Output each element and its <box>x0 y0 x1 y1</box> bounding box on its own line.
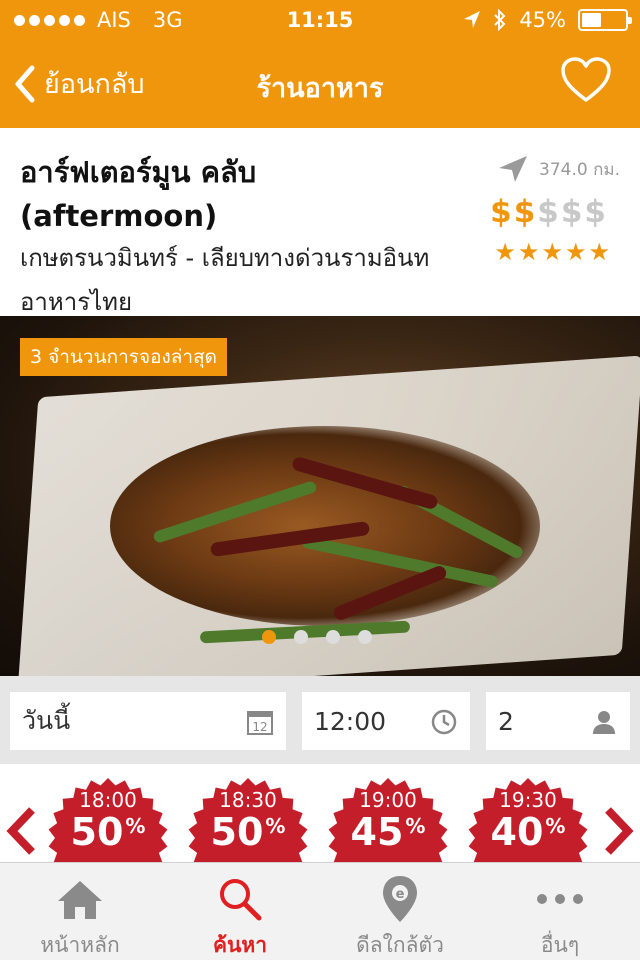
pager-dot[interactable] <box>326 630 340 644</box>
more-icon <box>530 875 590 923</box>
top-bar: AIS 3G 11:15 45% ย้อนกลับ ร้านอาหาร <box>0 0 640 128</box>
star-icon: ★ <box>517 238 540 266</box>
recent-bookings-badge: 3 จำนวนการจองล่าสุด <box>20 338 228 376</box>
chevron-right-icon <box>605 807 634 855</box>
date-value: วันนี้ <box>22 706 71 735</box>
chevron-left-icon <box>6 807 35 855</box>
price-level: $ $ $ $ $ <box>490 194 606 230</box>
distance-value: 374.0 กม. <box>539 159 620 180</box>
date-selector[interactable]: วันนี้ 12 <box>10 692 286 750</box>
tab-search[interactable]: ค้นหา <box>160 863 320 960</box>
price-symbol: $ <box>560 194 583 230</box>
restaurant-area: เกษตรนวมินทร์ - เลียบทางด่วนรามอินท <box>20 244 430 272</box>
navigation-bar: ย้อนกลับ ร้านอาหาร <box>0 40 640 128</box>
tab-home-label: หน้าหลัก <box>40 933 120 957</box>
battery-icon <box>578 9 632 31</box>
tab-bar: หน้าหลัก ค้นหา e ดีลใกล้ตัว อื่นๆ <box>0 862 640 960</box>
deal-discount-unit: % <box>405 814 426 838</box>
deal-discount-value: 45 <box>350 810 404 854</box>
map-pin-icon: e <box>370 875 430 923</box>
pager-dot[interactable] <box>262 630 276 644</box>
deal-time: 19:30 <box>499 788 557 812</box>
deal-discount: 50% <box>188 810 308 854</box>
party-size-value: 2 <box>498 706 514 736</box>
deal-time: 18:30 <box>219 788 277 812</box>
photo-pager[interactable] <box>0 630 640 644</box>
party-size-selector[interactable]: 2 <box>486 692 630 750</box>
star-rating: ★ ★ ★ ★ ★ <box>494 238 610 266</box>
deal-badge[interactable]: 18:30 50% <box>188 778 308 862</box>
price-symbol: $ <box>490 194 512 230</box>
distance: 374.0 กม. <box>497 154 620 184</box>
deal-carousel: 18:00 50% 18:30 50% 19:00 45% 19:30 40% <box>0 764 640 862</box>
tab-more-label: อื่นๆ <box>540 933 580 957</box>
tab-home[interactable]: หน้าหลัก <box>0 863 160 960</box>
restaurant-name: อาร์ฟเตอร์มูน คลับ (aftermoon) <box>20 150 460 238</box>
star-icon: ★ <box>564 238 587 266</box>
tab-nearby-deals-label: ดีลใกล้ตัว <box>356 933 444 957</box>
search-icon <box>210 875 270 923</box>
calendar-day: 12 <box>252 720 267 734</box>
pager-dot[interactable] <box>358 630 372 644</box>
tab-search-label: ค้นหา <box>212 933 268 957</box>
pager-dot[interactable] <box>294 630 308 644</box>
deal-badge[interactable]: 19:30 40% <box>468 778 588 862</box>
deal-badge[interactable]: 18:00 50% <box>48 778 168 862</box>
calendar-icon: 12 <box>247 711 273 735</box>
restaurant-photo[interactable]: 3 จำนวนการจองล่าสุด <box>0 316 640 676</box>
page-title: ร้านอาหาร <box>256 73 384 104</box>
person-icon <box>593 711 615 734</box>
deal-discount: 50% <box>48 810 168 854</box>
status-bar: AIS 3G 11:15 45% <box>0 0 640 40</box>
bluetooth-icon <box>494 9 506 31</box>
home-icon <box>50 875 110 923</box>
tab-more[interactable]: อื่นๆ <box>480 863 640 960</box>
price-symbol: $ <box>537 194 559 230</box>
star-icon: ★ <box>494 238 516 266</box>
star-icon: ★ <box>541 238 563 266</box>
deal-discount-value: 40 <box>490 810 544 854</box>
deal-discount-unit: % <box>265 814 286 838</box>
price-symbol: $ <box>513 194 536 230</box>
svg-text:e: e <box>396 887 405 902</box>
deal-badge[interactable]: 19:00 45% <box>328 778 448 862</box>
deal-time: 18:00 <box>79 788 137 812</box>
deal-discount-value: 50 <box>70 810 124 854</box>
heart-outline-icon <box>561 57 611 102</box>
tab-nearby-deals[interactable]: e ดีลใกล้ตัว <box>320 863 480 960</box>
next-deals-button[interactable] <box>602 806 636 860</box>
deal-discount-value: 50 <box>210 810 264 854</box>
deal-discount: 45% <box>328 810 448 854</box>
restaurant-name-en: (aftermoon) <box>20 199 218 233</box>
price-symbol: $ <box>584 194 606 230</box>
restaurant-info: อาร์ฟเตอร์มูน คลับ (aftermoon) เกษตรนวมิ… <box>0 128 640 316</box>
navigation-arrow-icon <box>499 156 528 182</box>
favorite-button[interactable] <box>560 56 612 108</box>
clock-icon <box>431 709 457 735</box>
time-selector[interactable]: 12:00 <box>302 692 470 750</box>
star-icon: ★ <box>588 238 610 266</box>
deal-time: 19:00 <box>359 788 417 812</box>
deal-discount-unit: % <box>545 814 566 838</box>
deal-discount-unit: % <box>125 814 146 838</box>
battery-percent: 45% <box>519 8 566 32</box>
location-arrow-icon <box>464 11 481 28</box>
restaurant-name-th: อาร์ฟเตอร์มูน คลับ <box>20 155 257 189</box>
time-value: 12:00 <box>314 706 387 736</box>
prev-deals-button[interactable] <box>4 806 38 860</box>
deal-discount: 40% <box>468 810 588 854</box>
status-right: 45% <box>463 8 632 32</box>
booking-bar: วันนี้ 12 12:00 2 <box>0 676 640 764</box>
